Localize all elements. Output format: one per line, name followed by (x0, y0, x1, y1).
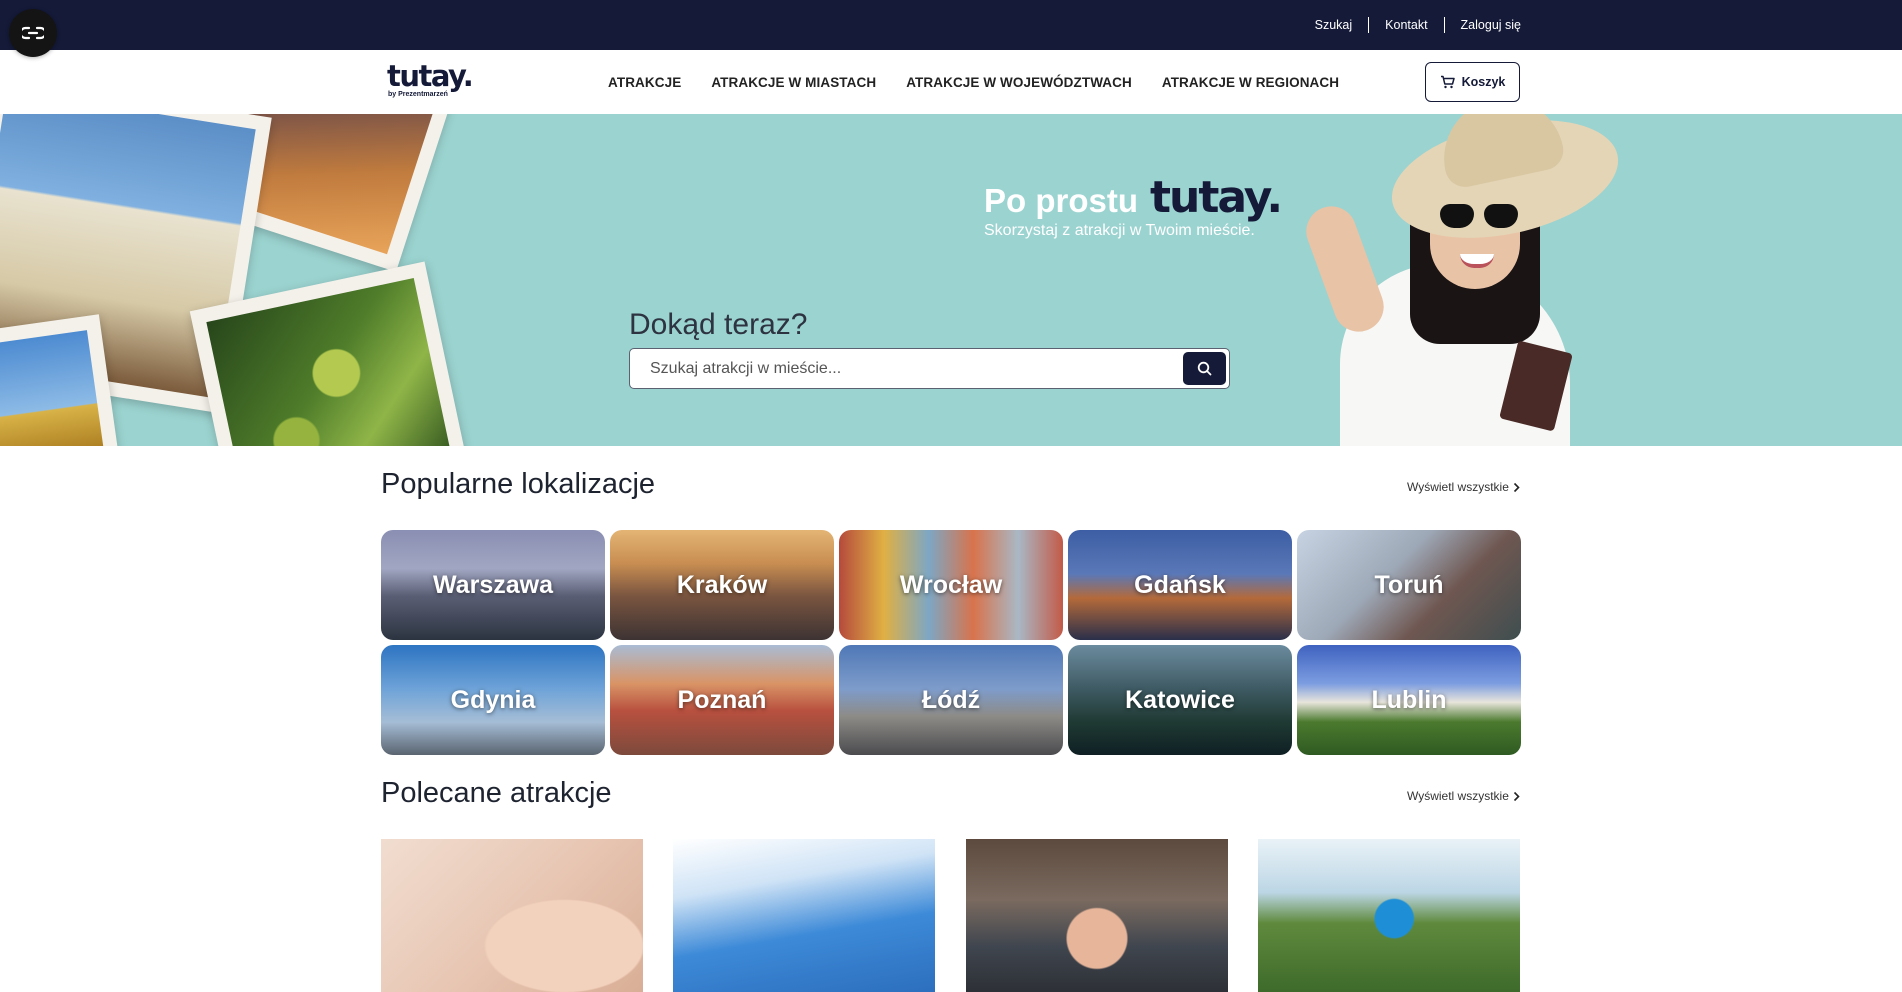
search-button[interactable] (1183, 352, 1226, 385)
city-tile-poznan[interactable]: Poznań (610, 645, 834, 755)
recommended-attractions-row (381, 839, 1522, 992)
city-label: Łódź (921, 685, 981, 714)
city-label: Lublin (1371, 685, 1447, 714)
city-tile-torun[interactable]: Toruń (1297, 530, 1521, 640)
city-tile-krakow[interactable]: Kraków (610, 530, 834, 640)
cart-icon (1440, 75, 1455, 89)
utility-link-contact[interactable]: Kontakt (1368, 17, 1443, 33)
main-nav: ATRAKCJE ATRAKCJE W MIASTACH ATRAKCJE W … (608, 50, 1369, 114)
popular-locations-title: Popularne lokalizacje (381, 468, 656, 500)
hero-woman-illustration (1299, 114, 1640, 446)
popular-cities-grid: Warszawa Kraków Wrocław Gdańsk Toruń Gdy… (381, 530, 1522, 755)
search-icon (1197, 361, 1212, 376)
recommended-view-all-label: Wyświetl wszystkie (1407, 789, 1509, 803)
search-input[interactable] (630, 349, 1170, 388)
top-utility-bar: Szukaj Kontakt Zaloguj się (0, 0, 1902, 50)
city-tile-wroclaw[interactable]: Wrocław (839, 530, 1063, 640)
search-box (629, 348, 1230, 389)
city-label: Kraków (676, 570, 768, 599)
city-label: Poznań (677, 685, 767, 714)
accessibility-button[interactable] (9, 9, 57, 57)
city-label: Toruń (1374, 570, 1444, 599)
nav-item-attractions-cities[interactable]: ATRAKCJE W MIASTACH (711, 75, 876, 90)
city-label: Warszawa (433, 570, 553, 599)
utility-link-login[interactable]: Zaloguj się (1443, 17, 1521, 33)
city-label: Gdynia (450, 685, 536, 714)
chevron-right-icon (1513, 791, 1520, 802)
accessibility-icon (22, 26, 44, 40)
utility-links: Szukaj Kontakt Zaloguj się (1315, 0, 1521, 50)
hero-banner: Po prostu tutay. Skorzystaj z atrakcji w… (0, 114, 1902, 446)
logo-wordmark: tutay. (387, 59, 474, 93)
utility-link-search[interactable]: Szukaj (1315, 17, 1369, 33)
popular-view-all-link[interactable]: Wyświetl wszystkie (1407, 480, 1520, 494)
city-tile-lublin[interactable]: Lublin (1297, 645, 1521, 755)
attraction-card-driver[interactable] (966, 839, 1228, 992)
attraction-card-bridge-climb[interactable] (673, 839, 935, 992)
city-label: Wrocław (899, 570, 1003, 599)
hero-title-prefix: Po prostu (984, 182, 1138, 219)
city-tile-lodz[interactable]: Łódź (839, 645, 1063, 755)
city-tile-warszawa[interactable]: Warszawa (381, 530, 605, 640)
hero-title: Po prostu tutay. (984, 172, 1283, 223)
nav-item-attractions[interactable]: ATRAKCJE (608, 75, 681, 90)
recommended-attractions-title: Polecane atrakcje (381, 777, 612, 809)
main-header: tutay. by Prezentmarzeń ATRAKCJE ATRAKCJ… (0, 50, 1902, 114)
recommended-view-all-link[interactable]: Wyświetl wszystkie (1407, 789, 1520, 803)
city-tile-katowice[interactable]: Katowice (1068, 645, 1292, 755)
search-heading: Dokąd teraz? (629, 308, 808, 341)
city-label: Katowice (1125, 685, 1235, 714)
cart-label: Koszyk (1461, 75, 1506, 89)
city-label: Gdańsk (1134, 570, 1226, 599)
attraction-card-massage[interactable] (381, 839, 643, 992)
hero-subtitle: Skorzystaj z atrakcji w Twoim mieście. (984, 222, 1255, 239)
popular-view-all-label: Wyświetl wszystkie (1407, 480, 1509, 494)
site-logo[interactable]: tutay. by Prezentmarzeń (387, 61, 497, 105)
city-tile-gdansk[interactable]: Gdańsk (1068, 530, 1292, 640)
cart-button[interactable]: Koszyk (1425, 62, 1520, 102)
city-tile-gdynia[interactable]: Gdynia (381, 645, 605, 755)
logo-subtext: by Prezentmarzeń (388, 91, 448, 98)
nav-item-attractions-regions[interactable]: ATRAKCJE W REGIONACH (1162, 75, 1339, 90)
hero-title-brand: tutay. (1150, 172, 1283, 223)
nav-item-attractions-voivodeships[interactable]: ATRAKCJE W WOJEWÓDZTWACH (906, 75, 1132, 90)
chevron-right-icon (1513, 482, 1520, 493)
attraction-card-zipline[interactable] (1258, 839, 1520, 992)
